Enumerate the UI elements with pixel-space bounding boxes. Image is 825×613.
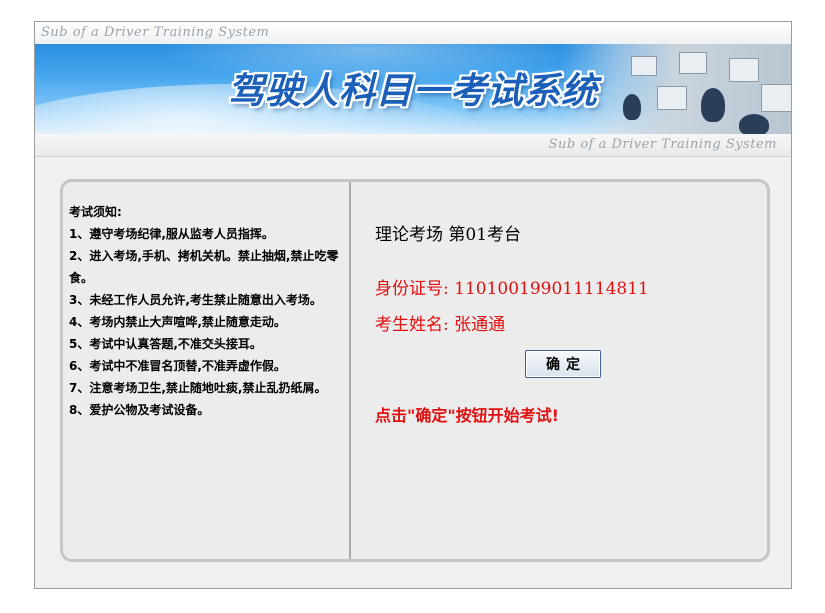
notice-item: 4、考场内禁止大声喧哗,禁止随意走动。	[69, 315, 286, 329]
id-number-row: 身份证号: 110100199011114811	[375, 274, 649, 299]
notice-item: 6、考试中不准冒名顶替,不准弄虚作假。	[69, 359, 286, 373]
notice-item: 3、未经工作人员允许,考生禁止随意出入考场。	[69, 293, 322, 307]
notice-item: 1、遵守考场纪律,服从监考人员指挥。	[69, 227, 274, 241]
exam-room-seat: 理论考场 第01考台	[375, 220, 521, 245]
person-icon	[739, 114, 769, 134]
header-banner: 驾驶人科目一考试系统	[35, 44, 791, 134]
subtitle-top: Sub of a Driver Training System	[41, 25, 270, 40]
candidate-info: 理论考场 第01考台 身份证号: 110100199011114811 考生姓名…	[351, 182, 767, 559]
confirm-button[interactable]: 确定	[525, 350, 601, 378]
banner-title: 驾驶人科目一考试系统	[227, 71, 598, 112]
notice-item: 7、注意考场卫生,禁止随地吐痰,禁止乱扔纸屑。	[69, 381, 327, 395]
exam-room: 理论考场	[375, 225, 443, 245]
id-number-label: 身份证号:	[375, 279, 449, 299]
sub-strip: Sub of a Driver Training System	[35, 134, 791, 157]
id-number-value: 110100199011114811	[454, 279, 649, 299]
notice-item: 5、考试中认真答题,不准交头接耳。	[69, 337, 262, 351]
exam-seat: 第01考台	[448, 225, 522, 245]
candidate-name-value: 张通通	[454, 315, 506, 335]
app-window: Sub of a Driver Training System 驾驶人科目一考试…	[34, 21, 792, 589]
notice-item: 2、进入考场,手机、拷机关机。禁止抽烟,禁止吃零食。	[69, 249, 339, 285]
top-strip: Sub of a Driver Training System	[35, 22, 791, 44]
start-exam-hint: 点击"确定"按钮开始考试!	[375, 406, 559, 425]
exam-notice: 考试须知: 1、遵守考场纪律,服从监考人员指挥。 2、进入考场,手机、拷机关机。…	[63, 182, 351, 559]
notice-item: 8、爱护公物及考试设备。	[69, 403, 210, 417]
notice-title: 考试须知:	[69, 205, 122, 219]
candidate-name-label: 考生姓名:	[375, 315, 449, 335]
candidate-name-row: 考生姓名: 张通通	[375, 310, 505, 335]
subtitle-right: Sub of a Driver Training System	[548, 137, 777, 152]
exam-panel: 考试须知: 1、遵守考场纪律,服从监考人员指挥。 2、进入考场,手机、拷机关机。…	[60, 179, 770, 562]
